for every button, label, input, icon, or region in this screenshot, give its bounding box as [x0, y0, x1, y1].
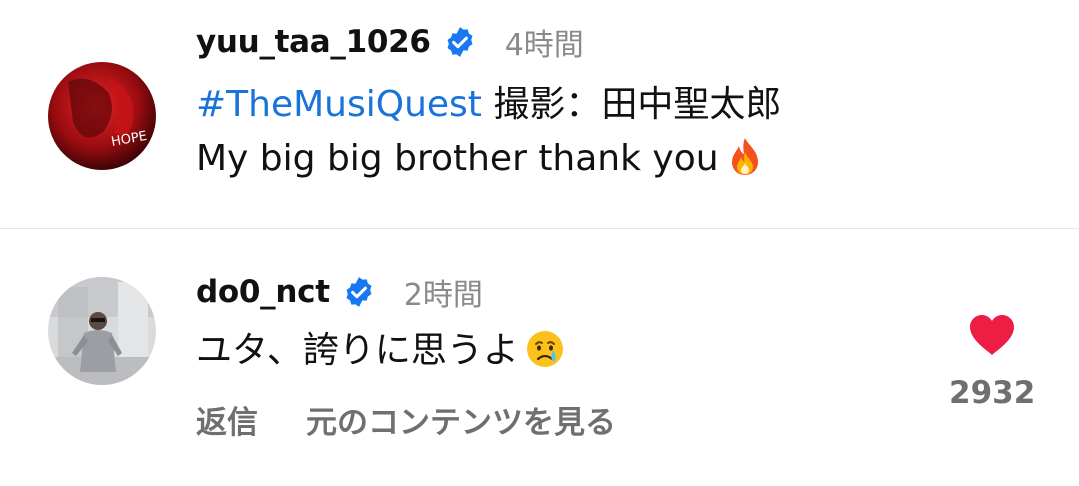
comment-text: ユタ、誇りに思うよ	[196, 324, 565, 378]
verified-badge-icon	[443, 25, 477, 59]
avatar[interactable]	[48, 277, 156, 385]
comment-header: yuu_taa_1026 4時間	[196, 20, 584, 64]
username[interactable]: yuu_taa_1026	[196, 24, 431, 60]
crying-face-icon	[525, 328, 565, 368]
fire-icon	[725, 136, 765, 176]
heart-icon[interactable]	[968, 313, 1016, 357]
timestamp: 2時間	[403, 278, 483, 313]
like-count: 2932	[949, 375, 1036, 411]
comment-text-content: ユタ、誇りに思うよ	[196, 330, 519, 371]
comment-line-2: My big big brother thank you	[196, 132, 781, 186]
avatar[interactable]: HOPE	[48, 62, 156, 170]
comment-line-1-text: 撮影：田中聖太郎	[481, 84, 782, 125]
comment-actions: 返信 元のコンテンツを見る	[196, 397, 616, 442]
reply-button[interactable]: 返信	[196, 397, 258, 442]
like-area: 2932	[949, 313, 1035, 411]
comment-item: HOPE yuu_taa_1026 4時間 #TheMusiQuest 撮影：田…	[0, 0, 1079, 228]
verified-badge-icon	[342, 275, 376, 309]
comment-line-2-text: My big big brother thank you	[196, 138, 719, 179]
hashtag-link[interactable]: #TheMusiQuest	[196, 84, 482, 125]
username[interactable]: do0_nct	[196, 274, 330, 310]
comment-header: do0_nct 2時間	[196, 270, 483, 314]
comment-item: do0_nct 2時間 ユタ、誇りに思うよ 返信 元のコンテンツを見る 2932	[0, 228, 1079, 486]
view-original-content-button[interactable]: 元のコンテンツを見る	[306, 397, 616, 442]
comment-text: #TheMusiQuest 撮影：田中聖太郎 My big big brothe…	[196, 78, 781, 186]
comment-line-1: #TheMusiQuest 撮影：田中聖太郎	[196, 78, 781, 132]
timestamp: 4時間	[504, 28, 584, 63]
